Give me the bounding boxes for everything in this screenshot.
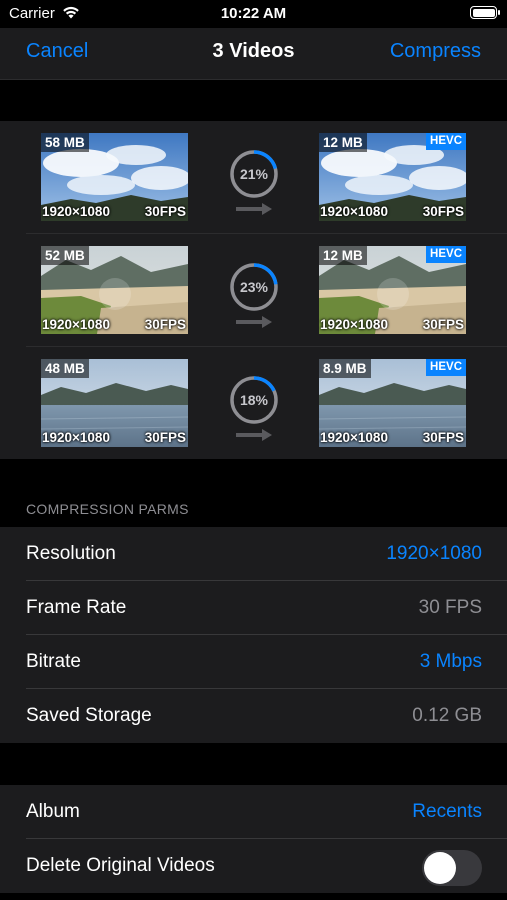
source-video-thumbnail[interactable]: 58 MB 1920×1080 30FPS [41, 133, 188, 221]
video-list: 58 MB 1920×1080 30FPS 21% 12 MB HEVC 192… [0, 121, 507, 459]
source-video-thumbnail[interactable]: 52 MB 1920×1080 30FPS [41, 246, 188, 334]
output-video-thumbnail[interactable]: 12 MB HEVC 1920×1080 30FPS [319, 246, 466, 334]
source-size-badge: 48 MB [41, 359, 89, 378]
source-video-thumbnail[interactable]: 48 MB 1920×1080 30FPS [41, 359, 188, 447]
resolution-label: 1920×1080 [320, 204, 388, 219]
fps-label: 30FPS [144, 317, 186, 332]
fps-label: 30FPS [144, 430, 186, 445]
album-row[interactable]: Album Recents [0, 785, 507, 839]
fps-label: 30FPS [422, 317, 464, 332]
right-arrow-icon [236, 316, 272, 328]
saved-storage-row: Saved Storage 0.12 GB [0, 689, 507, 743]
output-video-thumbnail[interactable]: 12 MB HEVC 1920×1080 30FPS [319, 133, 466, 221]
codec-badge: HEVC [426, 359, 466, 376]
saved-storage-row-label: Saved Storage [26, 705, 152, 726]
resolution-row-value[interactable]: 1920×1080 [386, 543, 482, 565]
output-size-badge: 12 MB [319, 133, 367, 152]
options-group: Album Recents Delete Original Videos [0, 785, 507, 893]
fps-label: 30FPS [422, 204, 464, 219]
status-bar: Carrier 10:22 AM [0, 0, 507, 28]
resolution-label: 1920×1080 [42, 204, 110, 219]
output-size-badge: 8.9 MB [319, 359, 371, 378]
delete-originals-label: Delete Original Videos [26, 855, 215, 876]
resolution-label: 1920×1080 [42, 317, 110, 332]
album-row-label: Album [26, 801, 80, 822]
bitrate-row-value[interactable]: 3 Mbps [420, 651, 482, 673]
resolution-label: 1920×1080 [42, 430, 110, 445]
codec-badge: HEVC [426, 246, 466, 263]
status-time: 10:22 AM [220, 5, 287, 22]
delete-originals-row: Delete Original Videos [0, 839, 507, 893]
bitrate-row[interactable]: Bitrate 3 Mbps [0, 635, 507, 689]
compression-params-group: Resolution 1920×1080 Frame Rate 30 FPS B… [0, 527, 507, 743]
toggle-knob [424, 852, 456, 884]
right-arrow-icon [236, 429, 272, 441]
frame-rate-row-label: Frame Rate [26, 597, 127, 618]
video-row: 52 MB 1920×1080 30FPS 23% 12 MB HEVC 192… [0, 234, 507, 347]
bitrate-row-label: Bitrate [26, 651, 81, 672]
video-row: 48 MB 1920×1080 30FPS 18% 8.9 MB HEVC 19… [0, 347, 507, 460]
resolution-label: 1920×1080 [320, 317, 388, 332]
compress-button[interactable]: Compress [390, 40, 481, 63]
output-size-badge: 12 MB [319, 246, 367, 265]
resolution-label: 1920×1080 [320, 430, 388, 445]
delete-originals-toggle[interactable] [422, 850, 482, 886]
codec-badge: HEVC [426, 133, 466, 150]
fps-label: 30FPS [422, 430, 464, 445]
source-size-badge: 58 MB [41, 133, 89, 152]
cancel-button[interactable]: Cancel [26, 40, 88, 63]
resolution-row-label: Resolution [26, 543, 116, 564]
progress-label: 21% [239, 166, 269, 182]
video-row: 58 MB 1920×1080 30FPS 21% 12 MB HEVC 192… [0, 121, 507, 234]
navigation-bar: Cancel 3 Videos Compress [0, 28, 507, 80]
source-size-badge: 52 MB [41, 246, 89, 265]
frame-rate-row: Frame Rate 30 FPS [0, 581, 507, 635]
output-video-thumbnail[interactable]: 8.9 MB HEVC 1920×1080 30FPS [319, 359, 466, 447]
frame-rate-row-value: 30 FPS [418, 597, 482, 618]
battery-icon [470, 6, 500, 19]
progress-label: 23% [239, 279, 269, 295]
right-arrow-icon [236, 203, 272, 215]
saved-storage-row-value: 0.12 GB [412, 705, 482, 726]
fps-label: 30FPS [144, 204, 186, 219]
album-row-value[interactable]: Recents [412, 801, 482, 823]
progress-label: 18% [239, 392, 269, 408]
resolution-row[interactable]: Resolution 1920×1080 [0, 527, 507, 581]
section-header-compression: COMPRESSION PARMS [26, 501, 189, 517]
